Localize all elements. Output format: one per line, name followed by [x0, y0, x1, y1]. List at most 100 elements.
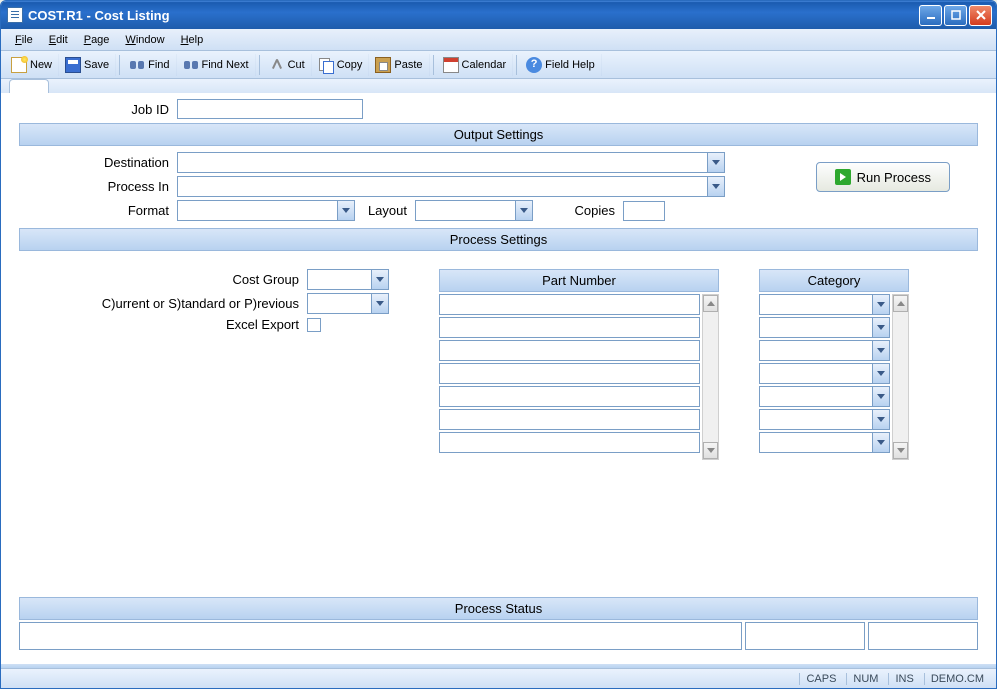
category-value: [760, 410, 872, 429]
chevron-down-icon: [872, 295, 889, 314]
category-dropdown[interactable]: [759, 340, 890, 361]
category-dropdown[interactable]: [759, 294, 890, 315]
category-header: Category: [759, 269, 909, 292]
category-dropdown[interactable]: [759, 432, 890, 453]
category-value: [760, 318, 872, 337]
toolbar-separator: [516, 55, 517, 75]
status-field-1[interactable]: [19, 622, 742, 650]
category-list-scrollbar[interactable]: [892, 294, 909, 460]
menu-edit[interactable]: Edit: [41, 32, 76, 48]
app-icon: [7, 7, 23, 23]
part-number-input[interactable]: [439, 294, 700, 315]
tool-findnext[interactable]: Find Next: [177, 54, 256, 76]
tool-calendar[interactable]: Calendar: [437, 54, 514, 76]
destination-dropdown[interactable]: [177, 152, 725, 173]
cost-group-label: Cost Group: [19, 272, 307, 287]
close-button[interactable]: [969, 5, 992, 26]
csp-label: C)urrent or S)tandard or P)revious: [19, 296, 307, 311]
tool-label: Copy: [337, 59, 363, 71]
cost-group-value: [308, 270, 371, 289]
chevron-down-icon: [515, 201, 532, 220]
status-caps: CAPS: [799, 673, 842, 685]
tool-find[interactable]: Find: [123, 54, 176, 76]
excel-export-label: Excel Export: [19, 317, 307, 332]
toolbar: New Save Find Find Next Cut Copy Paste C…: [1, 51, 996, 79]
run-process-button[interactable]: Run Process: [816, 162, 950, 192]
maximize-button[interactable]: [944, 5, 967, 26]
job-id-label: Job ID: [19, 102, 177, 117]
copy-icon: [318, 57, 334, 73]
process-in-value: [178, 177, 707, 196]
chevron-down-icon: [872, 410, 889, 429]
chevron-down-icon: [872, 341, 889, 360]
tool-copy[interactable]: Copy: [312, 54, 370, 76]
cost-group-dropdown[interactable]: [307, 269, 389, 290]
chevron-down-icon: [872, 364, 889, 383]
find-icon: [129, 57, 145, 73]
job-id-input[interactable]: [177, 99, 363, 119]
window-title-wrap: COST.R1 - Cost Listing: [7, 7, 919, 23]
part-number-input[interactable]: [439, 363, 700, 384]
help-icon: ?: [526, 57, 542, 73]
part-number-input[interactable]: [439, 432, 700, 453]
category-value: [760, 364, 872, 383]
new-icon: [11, 57, 27, 73]
status-num: NUM: [846, 673, 884, 685]
window-title: COST.R1 - Cost Listing: [28, 8, 170, 23]
copies-input[interactable]: [623, 201, 665, 221]
format-dropdown[interactable]: [177, 200, 355, 221]
part-number-input[interactable]: [439, 386, 700, 407]
category-value: [760, 387, 872, 406]
tool-save[interactable]: Save: [59, 54, 116, 76]
tool-paste[interactable]: Paste: [369, 54, 429, 76]
findnext-icon: [183, 57, 199, 73]
chevron-down-icon: [371, 270, 388, 289]
tool-label: Paste: [394, 59, 422, 71]
tool-label: Find Next: [202, 59, 249, 71]
status-field-2[interactable]: [745, 622, 865, 650]
tool-label: Field Help: [545, 59, 595, 71]
part-number-input[interactable]: [439, 340, 700, 361]
content-area: Job ID Output Settings Destination: [1, 79, 996, 664]
scroll-down-icon[interactable]: [893, 442, 908, 459]
menu-bar: File Edit Page Window Help: [1, 29, 996, 51]
chevron-down-icon: [872, 433, 889, 452]
layout-value: [416, 201, 515, 220]
menu-window[interactable]: Window: [117, 32, 172, 48]
tool-new[interactable]: New: [5, 54, 59, 76]
tool-label: Save: [84, 59, 109, 71]
category-value: [760, 433, 872, 452]
tab-main[interactable]: [9, 79, 49, 93]
app-window: COST.R1 - Cost Listing File Edit Page Wi…: [0, 0, 997, 689]
scroll-down-icon[interactable]: [703, 442, 718, 459]
layout-label: Layout: [355, 203, 415, 218]
tool-fieldhelp[interactable]: ?Field Help: [520, 54, 602, 76]
csp-value: [308, 294, 371, 313]
csp-dropdown[interactable]: [307, 293, 389, 314]
part-number-header: Part Number: [439, 269, 719, 292]
category-dropdown[interactable]: [759, 317, 890, 338]
process-in-dropdown[interactable]: [177, 176, 725, 197]
process-in-label: Process In: [19, 179, 177, 194]
scroll-up-icon[interactable]: [893, 295, 908, 312]
status-field-3[interactable]: [868, 622, 978, 650]
layout-dropdown[interactable]: [415, 200, 533, 221]
save-icon: [65, 57, 81, 73]
form-content: Job ID Output Settings Destination: [1, 93, 996, 664]
menu-page[interactable]: Page: [76, 32, 118, 48]
excel-export-checkbox[interactable]: [307, 318, 321, 332]
category-dropdown[interactable]: [759, 386, 890, 407]
part-number-input[interactable]: [439, 317, 700, 338]
category-dropdown[interactable]: [759, 409, 890, 430]
tool-cut[interactable]: Cut: [263, 54, 312, 76]
category-value: [760, 341, 872, 360]
part-number-input[interactable]: [439, 409, 700, 430]
part-list-scrollbar[interactable]: [702, 294, 719, 460]
tool-label: Calendar: [462, 59, 507, 71]
minimize-button[interactable]: [919, 5, 942, 26]
scroll-up-icon[interactable]: [703, 295, 718, 312]
menu-help[interactable]: Help: [173, 32, 212, 48]
category-dropdown[interactable]: [759, 363, 890, 384]
run-label: Run Process: [857, 170, 931, 185]
menu-file[interactable]: File: [7, 32, 41, 48]
